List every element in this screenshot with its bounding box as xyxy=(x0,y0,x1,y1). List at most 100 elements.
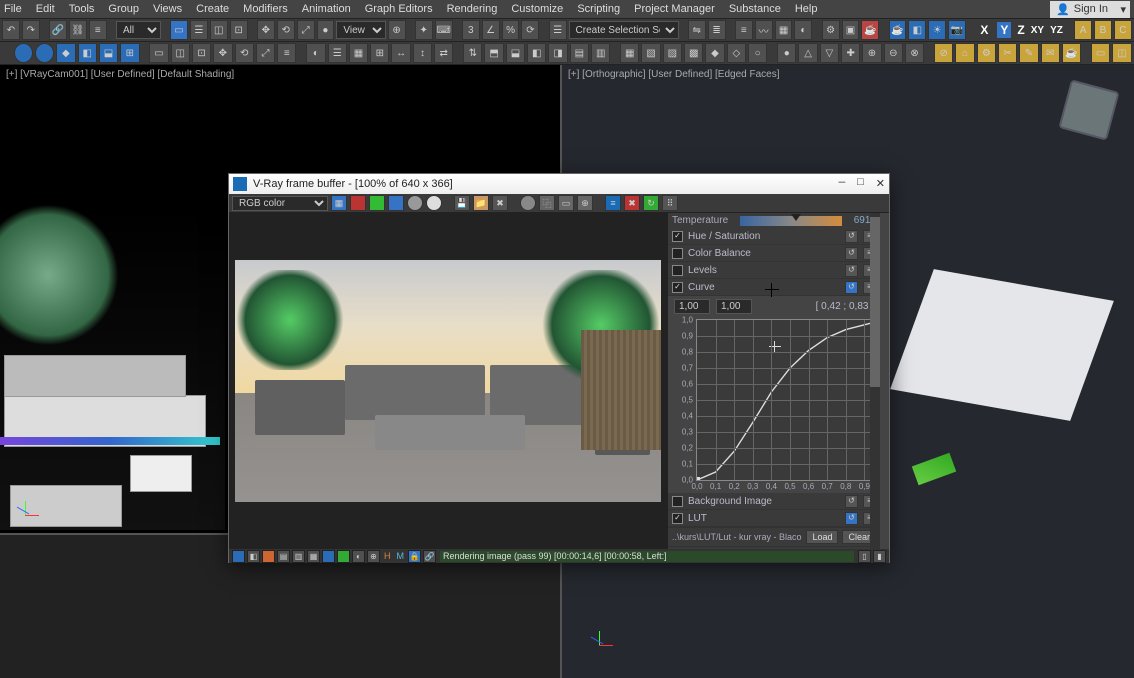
curve-reset-button[interactable]: ↺ xyxy=(845,281,858,294)
tb2-btn-3[interactable]: ✥ xyxy=(213,43,232,63)
vfb-rgb-button[interactable]: ▦ xyxy=(331,195,347,211)
tb2-btn-22[interactable]: ▧ xyxy=(641,43,660,63)
lut-row[interactable]: ✓ LUT ↺ ≡ xyxy=(668,510,880,527)
tb2-dot1-icon[interactable] xyxy=(14,43,33,63)
side-scrollbar[interactable] xyxy=(870,213,880,549)
sb-8-icon[interactable] xyxy=(337,550,350,563)
region-icon[interactable]: ▭ xyxy=(558,195,574,211)
selection-filter[interactable]: All xyxy=(116,21,161,39)
tb2-6-icon[interactable]: ⊞ xyxy=(120,43,139,63)
sb-3-icon[interactable] xyxy=(262,550,275,563)
channel-select[interactable]: RGB color xyxy=(232,196,328,211)
start-render-button[interactable]: ↻ xyxy=(643,195,659,211)
undo-button[interactable]: ↶ xyxy=(2,20,20,40)
vfb-r-button[interactable] xyxy=(350,195,366,211)
tb2-btn-10[interactable]: ⊞ xyxy=(370,43,389,63)
tb2-btn-36[interactable]: ⌂ xyxy=(955,43,974,63)
tb2-btn-23[interactable]: ▨ xyxy=(663,43,682,63)
clear-icon[interactable]: ✖ xyxy=(492,195,508,211)
tb2-btn-28[interactable]: ● xyxy=(777,43,796,63)
angle-snap-button[interactable]: ∠ xyxy=(482,20,500,40)
curve-editor-button[interactable]: 〰 xyxy=(755,20,773,40)
temperature-slider[interactable] xyxy=(740,216,842,226)
axis-z-button[interactable]: Z xyxy=(1017,23,1024,37)
tb2-btn-2[interactable]: ⊡ xyxy=(192,43,211,63)
tb2-5-icon[interactable]: ⬓ xyxy=(99,43,118,63)
unlink-button[interactable]: ⛓ xyxy=(69,20,87,40)
tb2-btn-12[interactable]: ↕ xyxy=(413,43,432,63)
sb-lock-icon[interactable]: 🔒 xyxy=(408,550,421,563)
curve-in-input[interactable]: 1,00 xyxy=(674,299,710,314)
vfb-titlebar[interactable]: V-Ray frame buffer - [100% of 640 x 366]… xyxy=(229,174,889,194)
tb2-btn-29[interactable]: △ xyxy=(798,43,817,63)
vray-toolbox-icon[interactable]: ◧ xyxy=(908,20,926,40)
window-crossing-button[interactable]: ⊡ xyxy=(230,20,248,40)
keyboard-shortcut-button[interactable]: ⌨ xyxy=(435,20,453,40)
minimize-button[interactable]: ― xyxy=(839,177,846,191)
tb2-btn-27[interactable]: ○ xyxy=(748,43,767,63)
tb2-btn-9[interactable]: ▦ xyxy=(349,43,368,63)
schematic-button[interactable]: ▦ xyxy=(775,20,793,40)
sb-link-icon[interactable]: 🔗 xyxy=(423,550,436,563)
render-frame-button[interactable]: ▣ xyxy=(842,20,860,40)
axis-xy-button[interactable]: XY xyxy=(1031,25,1044,36)
tb2-btn-26[interactable]: ◇ xyxy=(727,43,746,63)
select-region-button[interactable]: ◫ xyxy=(210,20,228,40)
tb2-btn-20[interactable]: ▥ xyxy=(591,43,610,63)
tb2-4-icon[interactable]: ◧ xyxy=(78,43,97,63)
copy-icon[interactable]: ⿻ xyxy=(539,195,555,211)
hue-saturation-row[interactable]: ✓ Hue / Saturation ↺ ≡ xyxy=(668,228,880,245)
tb2-btn-24[interactable]: ▩ xyxy=(684,43,703,63)
align-button[interactable]: ≣ xyxy=(708,20,726,40)
axis-yz-button[interactable]: YZ xyxy=(1050,25,1063,36)
tb2-3-icon[interactable]: ◆ xyxy=(56,43,75,63)
tb2-btn-5[interactable]: ⤢ xyxy=(256,43,275,63)
vfb-b-button[interactable] xyxy=(388,195,404,211)
tb2-btn-43[interactable]: ◫ xyxy=(1112,43,1131,63)
tb2-btn-42[interactable]: ▭ xyxy=(1091,43,1110,63)
tb2-btn-37[interactable]: ⚙ xyxy=(977,43,996,63)
link-button[interactable]: 🔗 xyxy=(49,20,67,40)
tb2-btn-14[interactable]: ⇅ xyxy=(463,43,482,63)
vfb-dot1-icon[interactable] xyxy=(520,195,536,211)
curve-row[interactable]: ✓ Curve ↺ ≡ xyxy=(668,279,880,296)
save-icon[interactable]: 💾 xyxy=(454,195,470,211)
vray-teapot-icon[interactable]: ☕ xyxy=(889,20,907,40)
tb2-btn-1[interactable]: ◫ xyxy=(171,43,190,63)
maximize-button[interactable]: □ xyxy=(857,177,864,191)
snap-toggle-button[interactable]: 3 xyxy=(462,20,480,40)
viewport-left-label[interactable]: [+] [VRayCam001] [User Defined] [Default… xyxy=(2,67,238,82)
sb-7-icon[interactable] xyxy=(322,550,335,563)
scale-button[interactable]: ⤢ xyxy=(297,20,315,40)
render-viewer[interactable] xyxy=(229,213,667,549)
warn-a-icon[interactable]: A xyxy=(1074,20,1092,40)
tb2-btn-21[interactable]: ▦ xyxy=(620,43,639,63)
levels-row[interactable]: Levels ↺ ≡ xyxy=(668,262,880,279)
select-button[interactable]: ▭ xyxy=(170,20,188,40)
curve-checkbox[interactable]: ✓ xyxy=(672,282,683,293)
menu-scripting[interactable]: Scripting xyxy=(577,3,620,15)
sb-1-icon[interactable] xyxy=(232,550,245,563)
tb2-btn-35[interactable]: ⊘ xyxy=(934,43,953,63)
levels-reset-button[interactable]: ↺ xyxy=(845,264,858,277)
tb2-btn-40[interactable]: ✉ xyxy=(1041,43,1060,63)
tb2-btn-30[interactable]: ▽ xyxy=(820,43,839,63)
axis-x-button[interactable]: X xyxy=(977,22,991,38)
tb2-btn-38[interactable]: ✂ xyxy=(998,43,1017,63)
hue-reset-button[interactable]: ↺ xyxy=(845,230,858,243)
vray-cam-icon[interactable]: 📷 xyxy=(948,20,966,40)
manipulate-button[interactable]: ✦ xyxy=(415,20,433,40)
vfb-mono-button[interactable] xyxy=(426,195,442,211)
warn-c-icon[interactable]: C xyxy=(1114,20,1132,40)
vfb-misc-button[interactable]: ⠿ xyxy=(662,195,678,211)
menu-edit[interactable]: Edit xyxy=(36,3,55,15)
stop-render-button[interactable]: ✖ xyxy=(624,195,640,211)
tb2-btn-41[interactable]: ☕ xyxy=(1062,43,1081,63)
vfb-g-button[interactable] xyxy=(369,195,385,211)
menu-help[interactable]: Help xyxy=(795,3,818,15)
tb2-btn-17[interactable]: ◧ xyxy=(527,43,546,63)
tb2-btn-6[interactable]: ≡ xyxy=(277,43,296,63)
curve-editor[interactable]: 0,00,10,20,30,40,50,60,70,80,91,0 0,00,1… xyxy=(696,319,880,481)
bind-button[interactable]: ≡ xyxy=(89,20,107,40)
viewcube[interactable] xyxy=(1058,79,1119,140)
